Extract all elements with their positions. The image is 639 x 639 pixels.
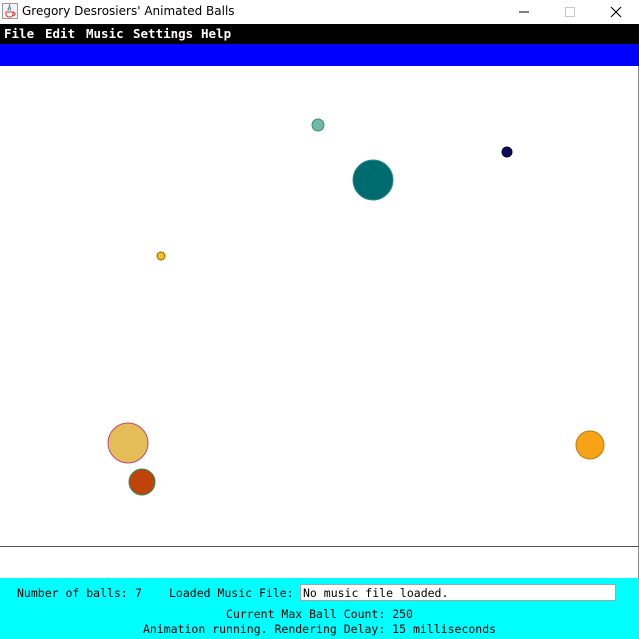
toolbar-band [0,44,639,66]
animation-canvas[interactable] [0,66,639,547]
max-ball-count-text: Current Max Ball Count: 250 [226,607,413,621]
music-file-field[interactable] [300,584,616,601]
status-bar: Number of balls: 7 Loaded Music File: Cu… [0,578,639,639]
close-button[interactable] [593,0,639,24]
ball [501,146,513,158]
maximize-icon [565,7,575,17]
ball [128,468,156,496]
ball [107,422,149,464]
spacer-panel [0,547,639,578]
maximize-button[interactable] [547,0,593,24]
ball [156,251,166,261]
animation-status-text: Animation running. Rendering Delay: 15 m… [142,622,497,636]
menu-bar: File Edit Music Settings Help [0,24,639,44]
menu-file[interactable]: File [4,26,34,41]
ball-count-value: 7 [135,586,142,600]
ball [352,159,394,201]
minimize-icon [519,11,529,13]
menu-music[interactable]: Music [86,26,124,41]
close-icon [610,6,622,18]
java-cup-icon [2,3,18,19]
ball [311,118,325,132]
window-titlebar: Gregory Desrosiers' Animated Balls [0,0,639,24]
menu-help[interactable]: Help [201,26,231,41]
ball-count-label: Number of balls: [17,586,128,600]
balls-layer [107,118,605,496]
ball [575,430,605,460]
menu-edit[interactable]: Edit [45,26,75,41]
music-file-label: Loaded Music File: [169,586,294,600]
menu-settings[interactable]: Settings [133,26,193,41]
minimize-button[interactable] [501,0,547,24]
window-title: Gregory Desrosiers' Animated Balls [22,4,235,18]
